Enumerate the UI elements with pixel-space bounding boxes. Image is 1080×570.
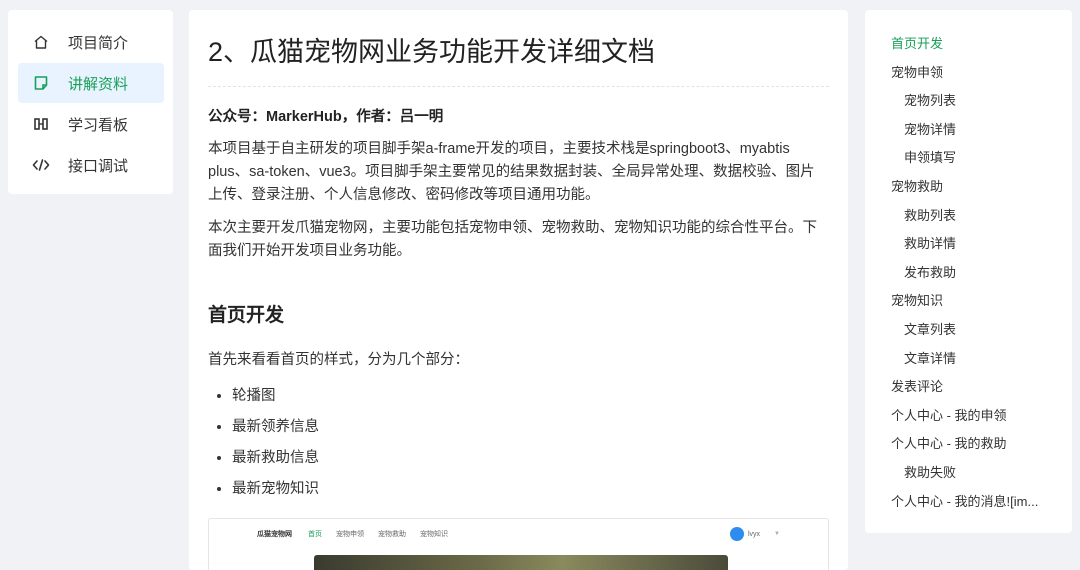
- paragraph-intro: 本项目基于自主研发的项目脚手架a-frame开发的项目，主要技术栈是spring…: [208, 141, 815, 203]
- list-item: 最新救助信息: [232, 448, 829, 468]
- nav-item-board[interactable]: 学习看板: [18, 104, 164, 144]
- screenshot-banner-image: [314, 555, 728, 570]
- nav-item-label: 接口调试: [68, 157, 129, 175]
- toc-item[interactable]: 申领填写: [891, 144, 1072, 173]
- toc-item[interactable]: 发表评论: [891, 373, 1072, 402]
- nav-item-label: 项目简介: [68, 34, 129, 52]
- left-nav: 项目简介 讲解资料 学习看板 接口调试: [8, 10, 173, 194]
- code-icon: [32, 156, 50, 174]
- list-item: 轮播图: [232, 386, 829, 406]
- toc-item[interactable]: 个人中心 - 我的救助: [891, 430, 1072, 459]
- screenshot-tab: 首页: [308, 531, 322, 538]
- toc-item[interactable]: 首页开发: [891, 30, 1072, 59]
- toc-item[interactable]: 个人中心 - 我的申领: [891, 402, 1072, 431]
- nav-item-intro[interactable]: 项目简介: [18, 22, 164, 62]
- toc-item[interactable]: 宠物救助: [891, 173, 1072, 202]
- list-item: 最新领养信息: [232, 417, 829, 437]
- table-of-contents: 首页开发 宠物申领 宠物列表 宠物详情 申领填写 宠物救助 救助列表 救助详情 …: [865, 10, 1072, 533]
- toc-item[interactable]: 文章列表: [891, 316, 1072, 345]
- screenshot-user: lvyx ▼: [729, 527, 780, 541]
- screenshot-tab: 宠物知识: [420, 531, 448, 538]
- toc-item[interactable]: 宠物列表: [891, 87, 1072, 116]
- document-content: 2、瓜猫宠物网业务功能开发详细文档 公众号：MarkerHub，作者：吕一明 本…: [189, 10, 848, 570]
- toc-item[interactable]: 救助详情: [891, 230, 1072, 259]
- chevron-down-icon: ▼: [774, 531, 780, 537]
- screenshot-tab: 宠物申领: [336, 531, 364, 538]
- toc-item[interactable]: 宠物申领: [891, 59, 1072, 88]
- page-title: 2、瓜猫宠物网业务功能开发详细文档: [208, 30, 829, 87]
- nav-item-materials[interactable]: 讲解资料: [18, 63, 164, 103]
- note-icon: [32, 74, 50, 92]
- board-icon: [32, 115, 50, 133]
- paragraph-scope: 本次主要开发爪猫宠物网，主要功能包括宠物申领、宠物救助、宠物知识功能的综合性平台…: [208, 220, 817, 259]
- avatar: [729, 527, 744, 541]
- list-item: 最新宠物知识: [232, 479, 829, 499]
- toc-item[interactable]: 宠物详情: [891, 116, 1072, 145]
- home-icon: [32, 33, 50, 51]
- nav-item-api[interactable]: 接口调试: [18, 145, 164, 185]
- toc-item[interactable]: 个人中心 - 我的消息![im...: [891, 488, 1072, 517]
- nav-item-label: 学习看板: [68, 116, 129, 134]
- screenshot-tab: 宠物救助: [378, 531, 406, 538]
- screenshot-logo: 瓜猫宠物网: [257, 531, 292, 538]
- paragraph-section-intro: 首先来看看首页的样式，分为几个部分：: [208, 352, 469, 368]
- toc-item[interactable]: 发布救助: [891, 259, 1072, 288]
- screenshot-username: lvyx: [747, 530, 761, 538]
- embedded-screenshot: 瓜猫宠物网 首页 宠物申领 宠物救助 宠物知识 lvyx ▼: [208, 518, 829, 570]
- section-heading-homepage: 首页开发: [208, 305, 285, 326]
- nav-item-label: 讲解资料: [68, 75, 129, 93]
- toc-item[interactable]: 救助列表: [891, 202, 1072, 231]
- byline: 公众号：MarkerHub，作者：吕一明: [208, 109, 444, 125]
- toc-item[interactable]: 宠物知识: [891, 287, 1072, 316]
- bullet-list: 轮播图 最新领养信息 最新救助信息 最新宠物知识: [208, 386, 829, 499]
- toc-item[interactable]: 文章详情: [891, 345, 1072, 374]
- toc-item[interactable]: 救助失败: [891, 459, 1072, 488]
